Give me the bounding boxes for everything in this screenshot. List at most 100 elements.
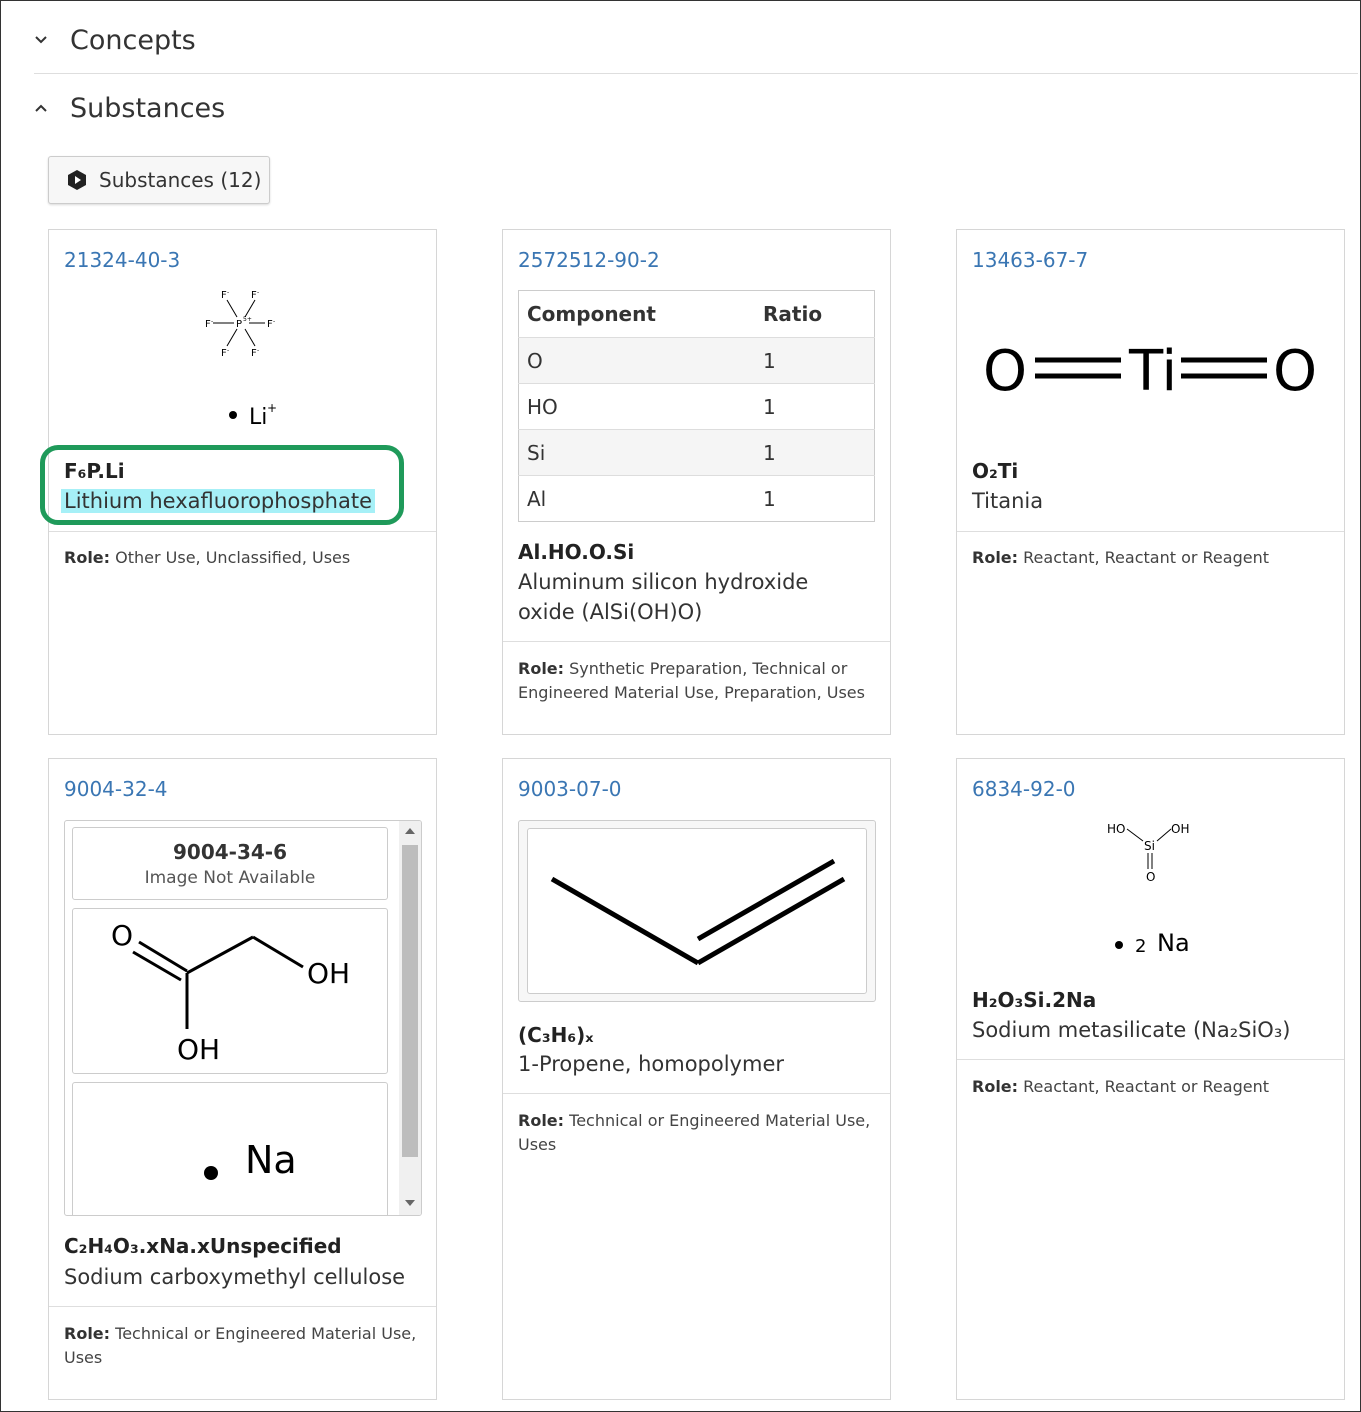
role-text: Role: Technical or Engineered Material U…: [64, 1322, 424, 1370]
counter-ion-diagram: Na: [204, 1138, 297, 1182]
scroll-down-icon[interactable]: [404, 1199, 416, 1207]
scroll-up-icon[interactable]: [404, 827, 416, 835]
cas-number-link[interactable]: 6834-92-0: [972, 777, 1076, 801]
scrollbar-thumb[interactable]: [402, 845, 418, 1157]
cas-number-link[interactable]: 9004-32-4: [64, 777, 168, 801]
table-row: Al 1: [518, 475, 875, 522]
role-label: Role:: [64, 1324, 111, 1343]
scrollbar[interactable]: [399, 821, 421, 1215]
substance-name[interactable]: Aluminum silicon hydroxide oxide (AlSi(O…: [518, 567, 868, 627]
components-scroll-panel[interactable]: 9004-34-6 Image Not Available O OH OH Na: [64, 820, 422, 1216]
molecular-formula: H₂O₃Si.2Na: [972, 988, 1097, 1012]
table-cell: 1: [755, 429, 875, 476]
structure-diagram: O Ti O: [983, 339, 1317, 404]
card-divider: [503, 1093, 890, 1094]
substances-button-label: Substances (12): [99, 168, 262, 192]
svg-text:-: -: [227, 347, 229, 354]
substance-card: 6834-92-0 HO OH Si O 2 Na H₂O₃Si.2Na Sod…: [956, 758, 1345, 1400]
counter-ion-diagram: Li +: [229, 401, 277, 430]
structure-diagram: O OH OH: [111, 919, 350, 1066]
svg-text:O: O: [1273, 339, 1317, 404]
cas-number-link[interactable]: 9003-07-0: [518, 777, 622, 801]
substance-name[interactable]: Sodium metasilicate (Na₂SiO₃): [972, 1015, 1290, 1045]
table-row: O 1: [518, 337, 875, 384]
svg-text:Na: Na: [245, 1138, 297, 1182]
table-cell: O: [518, 337, 755, 384]
svg-text:-: -: [227, 289, 229, 296]
role-text: Role: Synthetic Preparation, Technical o…: [518, 657, 878, 705]
role-value: Synthetic Preparation, Technical or Engi…: [518, 659, 865, 702]
component-note: Image Not Available: [144, 868, 316, 888]
table-header-ratio: Ratio: [755, 290, 875, 338]
svg-text:OH: OH: [1171, 822, 1189, 836]
component-item: Na: [72, 1082, 388, 1215]
chevron-down-icon: [35, 36, 47, 44]
section-header-concepts[interactable]: Concepts: [34, 10, 1358, 70]
card-divider: [503, 641, 890, 642]
svg-text:+: +: [267, 401, 277, 415]
table-row: Si 1: [518, 429, 875, 476]
table-cell: Al: [518, 475, 755, 522]
role-label: Role:: [972, 1077, 1019, 1096]
role-value: Reactant, Reactant or Reagent: [1023, 548, 1269, 567]
card-divider: [49, 531, 436, 532]
substance-card: 9003-07-0 (C₃H₆)ₓ 1-Propene, homopolymer…: [502, 758, 891, 1400]
structure-panel: [518, 820, 876, 1002]
role-label: Role:: [972, 548, 1019, 567]
table-cell: Si: [518, 429, 755, 476]
section-divider: [34, 73, 1358, 74]
table-header-component: Component: [518, 290, 755, 338]
component-table: Component Ratio O 1 HO 1 Si 1 Al 1: [518, 290, 875, 522]
molecular-formula: Al.HO.O.Si: [518, 540, 635, 564]
substance-card: 2572512-90-2 Component Ratio O 1 HO 1 Si…: [502, 229, 891, 735]
role-label: Role:: [518, 659, 565, 678]
table-cell: HO: [518, 383, 755, 430]
cas-number-link[interactable]: 13463-67-7: [972, 248, 1088, 272]
svg-text:-: -: [211, 318, 213, 325]
svg-text:HO: HO: [1107, 822, 1125, 836]
svg-text:P: P: [236, 319, 242, 330]
svg-text:Si: Si: [1144, 839, 1155, 853]
component-cas: 9004-34-6: [172, 840, 287, 864]
role-value: Other Use, Unclassified, Uses: [115, 548, 351, 567]
section-title-substances: Substances: [70, 92, 226, 124]
role-label: Role:: [518, 1111, 565, 1130]
svg-text:OH: OH: [307, 957, 350, 990]
cas-number-link[interactable]: 2572512-90-2: [518, 248, 660, 272]
section-title-concepts: Concepts: [70, 24, 196, 56]
substance-card: 13463-67-7 O Ti O O₂Ti Titania Role: Rea…: [956, 229, 1345, 735]
svg-text:Na: Na: [1157, 929, 1190, 957]
highlight-ring: [40, 445, 404, 525]
molecular-formula: C₂H₄O₃.xNa.xUnspecified: [64, 1234, 342, 1258]
substance-name[interactable]: Sodium carboxymethyl cellulose: [64, 1262, 405, 1292]
counter-ion-diagram: 2 Na: [1115, 929, 1190, 957]
card-divider: [957, 1059, 1344, 1060]
role-text: Role: Reactant, Reactant or Reagent: [972, 1075, 1332, 1099]
cas-number-link[interactable]: 21324-40-3: [64, 248, 180, 272]
substances-button[interactable]: Substances (12): [48, 156, 270, 204]
svg-text:Li: Li: [249, 405, 267, 430]
svg-text:5+: 5+: [243, 316, 252, 323]
component-item: O OH OH: [72, 908, 388, 1074]
substance-name[interactable]: Titania: [972, 486, 1043, 516]
table-cell: 1: [755, 383, 875, 430]
table-row: HO 1: [518, 383, 875, 430]
chevron-up-icon: [35, 104, 47, 112]
section-header-substances[interactable]: Substances: [34, 78, 1358, 138]
cas-hexagon-icon: [68, 170, 86, 190]
role-text: Role: Reactant, Reactant or Reagent: [972, 546, 1332, 570]
table-cell: 1: [755, 337, 875, 384]
svg-text:Ti: Ti: [1128, 339, 1177, 404]
structure-box: [527, 828, 867, 994]
structure-diagram: P 5+ F- F- F- F- F- F-: [205, 289, 275, 359]
role-value: Reactant, Reactant or Reagent: [1023, 1077, 1269, 1096]
svg-text:OH: OH: [177, 1033, 220, 1066]
svg-text:-: -: [257, 347, 259, 354]
structure-diagram: HO OH Si O: [1107, 822, 1189, 884]
substance-card: 9004-32-4 9004-34-6 Image Not Available …: [48, 758, 437, 1400]
table-cell: 1: [755, 475, 875, 522]
svg-text:O: O: [111, 919, 133, 952]
role-label: Role:: [64, 548, 111, 567]
substance-name[interactable]: 1-Propene, homopolymer: [518, 1049, 784, 1079]
molecular-formula: O₂Ti: [972, 459, 1019, 483]
